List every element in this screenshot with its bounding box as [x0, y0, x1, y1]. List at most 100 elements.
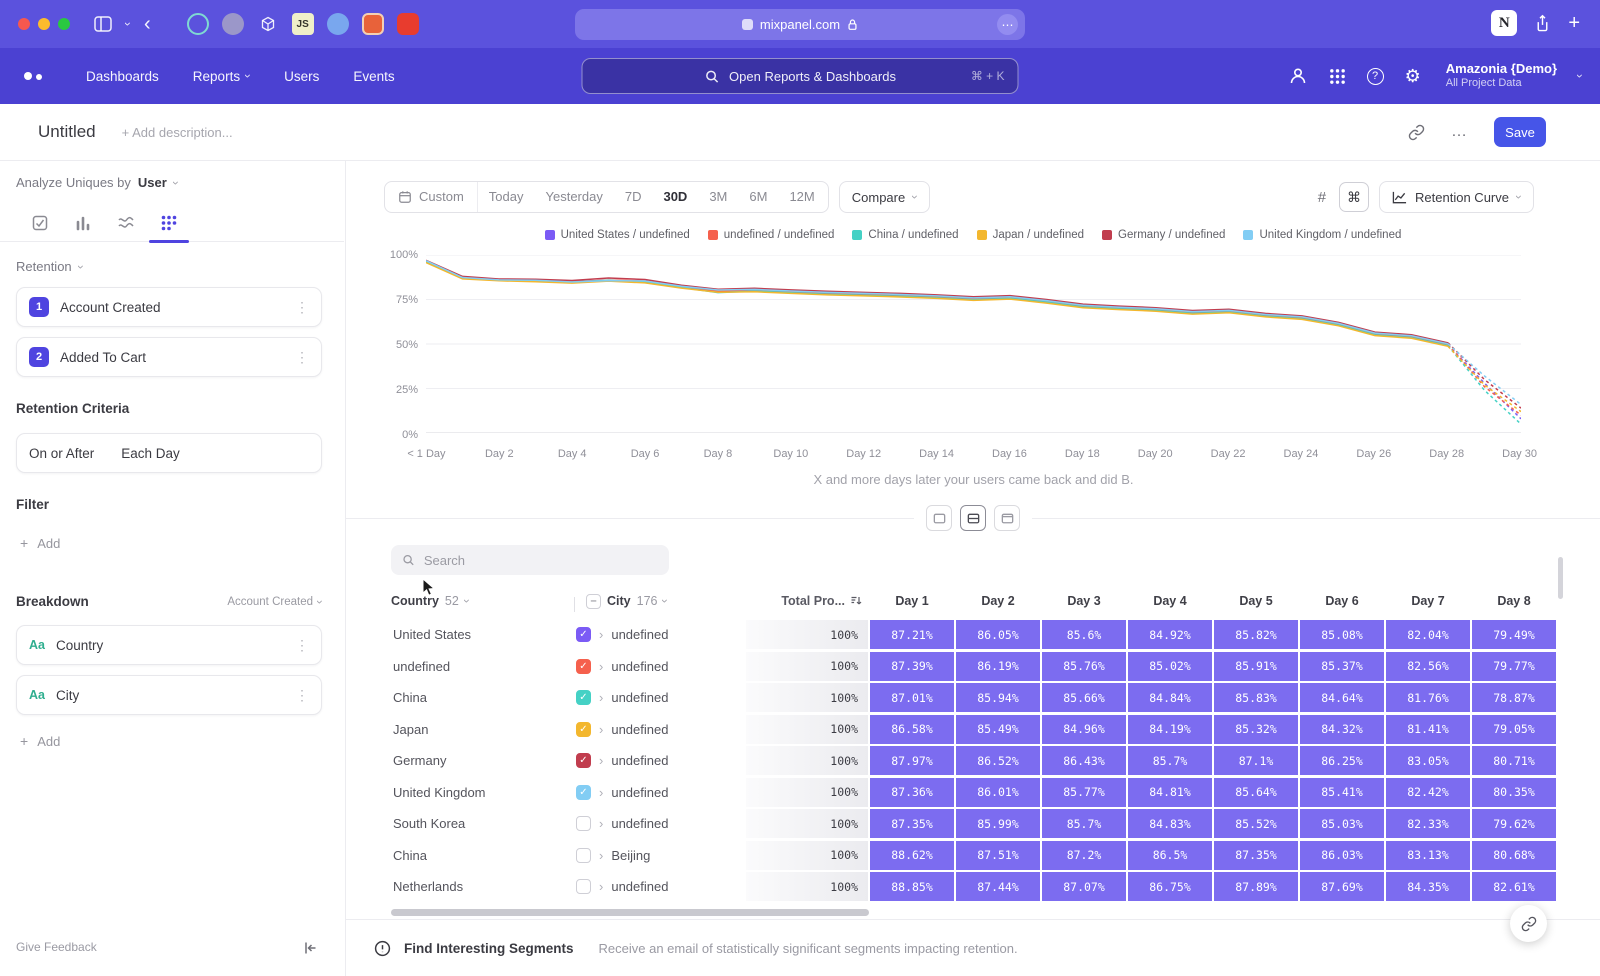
total-column-header[interactable]: Total Pro... — [746, 594, 868, 608]
date-range-yesterday[interactable]: Yesterday — [535, 182, 614, 212]
table-row[interactable]: United States ✓ › undefined 100% 87.21% … — [391, 620, 1556, 649]
legend-item[interactable]: China / undefined — [852, 229, 958, 241]
day-cell[interactable]: 87.89% — [1214, 872, 1298, 901]
city-cell[interactable]: › undefined — [574, 809, 746, 838]
day-cell[interactable]: 85.91% — [1214, 652, 1298, 681]
date-range-3m[interactable]: 3M — [698, 182, 738, 212]
annotations-icon[interactable]: # — [1315, 189, 1329, 206]
day-cell[interactable]: 85.7% — [1042, 809, 1126, 838]
city-cell[interactable]: › undefined — [574, 872, 746, 901]
day-cell[interactable]: 83.13% — [1386, 841, 1470, 870]
horizontal-scrollbar[interactable] — [391, 909, 869, 916]
invite-users-icon[interactable] — [1288, 66, 1308, 86]
day-cell[interactable]: 80.35% — [1472, 778, 1556, 807]
day-cell[interactable]: 79.62% — [1472, 809, 1556, 838]
day-cell[interactable]: 84.64% — [1300, 683, 1384, 712]
add-description-button[interactable]: + Add description... — [122, 125, 233, 140]
back-button[interactable]: ‹ — [144, 14, 151, 34]
give-feedback-link[interactable]: Give Feedback — [16, 940, 97, 954]
day-cell[interactable]: 86.19% — [956, 652, 1040, 681]
table-row[interactable]: undefined ✓ › undefined 100% 87.39% 86.1… — [391, 652, 1556, 681]
project-switcher[interactable]: Amazonia {Demo} All Project Data — [1446, 61, 1557, 91]
browser-sidebar-icon[interactable] — [94, 16, 112, 32]
row-checkbox[interactable]: ✓ — [576, 659, 591, 674]
expand-chevron-icon[interactable]: › — [599, 848, 603, 863]
day-cell[interactable]: 87.97% — [870, 746, 954, 775]
date-range-custom[interactable]: Custom — [387, 182, 478, 212]
day-column-header[interactable]: Day 6 — [1300, 594, 1384, 608]
day-cell[interactable]: 80.68% — [1472, 841, 1556, 870]
table-row[interactable]: Germany ✓ › undefined 100% 87.97% 86.52%… — [391, 746, 1556, 775]
chevron-down-icon[interactable]: › — [122, 22, 134, 26]
day-cell[interactable]: 85.49% — [956, 715, 1040, 744]
expand-chevron-icon[interactable]: › — [599, 659, 603, 674]
day-cell[interactable]: 87.01% — [870, 683, 954, 712]
city-cell[interactable]: ✓ › undefined — [574, 746, 746, 775]
day-cell[interactable]: 87.36% — [870, 778, 954, 807]
step-event-label[interactable]: Added To Cart — [60, 350, 284, 365]
row-checkbox[interactable] — [576, 848, 591, 863]
expand-chevron-icon[interactable]: › — [599, 627, 603, 642]
day-cell[interactable]: 84.35% — [1386, 872, 1470, 901]
retention-criteria-card[interactable]: On or After Each Day — [16, 433, 322, 473]
extension-icon-1[interactable] — [187, 13, 209, 35]
day-column-header[interactable]: Day 7 — [1386, 594, 1470, 608]
day-cell[interactable]: 87.07% — [1042, 872, 1126, 901]
day-cell[interactable]: 88.62% — [870, 841, 954, 870]
day-cell[interactable]: 85.02% — [1128, 652, 1212, 681]
criteria-interval-dropdown[interactable]: Each Day — [121, 446, 180, 461]
day-cell[interactable]: 80.71% — [1472, 746, 1556, 775]
day-cell[interactable]: 84.32% — [1300, 715, 1384, 744]
day-cell[interactable]: 81.41% — [1386, 715, 1470, 744]
country-cell[interactable]: China — [391, 841, 574, 870]
day-cell[interactable]: 85.52% — [1214, 809, 1298, 838]
day-cell[interactable]: 85.82% — [1214, 620, 1298, 649]
day-cell[interactable]: 87.35% — [870, 809, 954, 838]
find-segments-title[interactable]: Find Interesting Segments — [404, 941, 574, 956]
country-cell[interactable]: South Korea — [391, 809, 574, 838]
expand-chevron-icon[interactable]: › — [599, 722, 603, 737]
day-cell[interactable]: 88.85% — [870, 872, 954, 901]
funnels-tab-icon[interactable] — [71, 211, 95, 235]
day-cell[interactable]: 87.35% — [1214, 841, 1298, 870]
close-window-button[interactable] — [18, 18, 30, 30]
day-cell[interactable]: 85.41% — [1300, 778, 1384, 807]
country-cell[interactable]: United States — [391, 620, 574, 649]
extension-icon-7[interactable] — [397, 13, 419, 35]
breakdown-event-dropdown[interactable]: Account Created › — [227, 596, 322, 608]
day-column-header[interactable]: Day 2 — [956, 594, 1040, 608]
row-checkbox[interactable]: ✓ — [576, 690, 591, 705]
day-cell[interactable]: 86.01% — [956, 778, 1040, 807]
day-cell[interactable]: 83.05% — [1386, 746, 1470, 775]
split-view-icon[interactable] — [960, 505, 986, 531]
insights-tab-icon[interactable] — [28, 211, 52, 235]
breakdown-property-label[interactable]: Country — [56, 638, 284, 653]
date-range-6m[interactable]: 6M — [738, 182, 778, 212]
day-cell[interactable]: 85.64% — [1214, 778, 1298, 807]
more-options-button[interactable]: … — [1451, 123, 1468, 141]
day-cell[interactable]: 84.92% — [1128, 620, 1212, 649]
day-cell[interactable]: 84.83% — [1128, 809, 1212, 838]
day-cell[interactable]: 82.42% — [1386, 778, 1470, 807]
day-cell[interactable]: 84.19% — [1128, 715, 1212, 744]
day-cell[interactable]: 79.05% — [1472, 715, 1556, 744]
date-range-30d[interactable]: 30D — [652, 182, 698, 212]
day-cell[interactable]: 85.94% — [956, 683, 1040, 712]
notion-icon[interactable]: N — [1491, 10, 1517, 36]
table-row[interactable]: Japan ✓ › undefined 100% 86.58% 85.49% 8… — [391, 715, 1556, 744]
day-cell[interactable]: 85.77% — [1042, 778, 1126, 807]
mixpanel-logo[interactable] — [24, 72, 42, 80]
flows-tab-icon[interactable] — [114, 211, 138, 235]
add-breakdown-button[interactable]: + Add — [20, 733, 60, 749]
city-cell[interactable]: ✓ › undefined — [574, 652, 746, 681]
criteria-condition-dropdown[interactable]: On or After — [29, 446, 94, 461]
nav-reports[interactable]: Reports › — [193, 69, 250, 84]
day-cell[interactable]: 87.21% — [870, 620, 954, 649]
day-column-header[interactable]: Day 5 — [1214, 594, 1298, 608]
day-cell[interactable]: 82.04% — [1386, 620, 1470, 649]
day-column-header[interactable]: Day 3 — [1042, 594, 1126, 608]
table-only-view-icon[interactable] — [994, 505, 1020, 531]
day-cell[interactable]: 87.69% — [1300, 872, 1384, 901]
legend-item[interactable]: Japan / undefined — [977, 229, 1084, 241]
table-row[interactable]: China ✓ › undefined 100% 87.01% 85.94% 8… — [391, 683, 1556, 712]
